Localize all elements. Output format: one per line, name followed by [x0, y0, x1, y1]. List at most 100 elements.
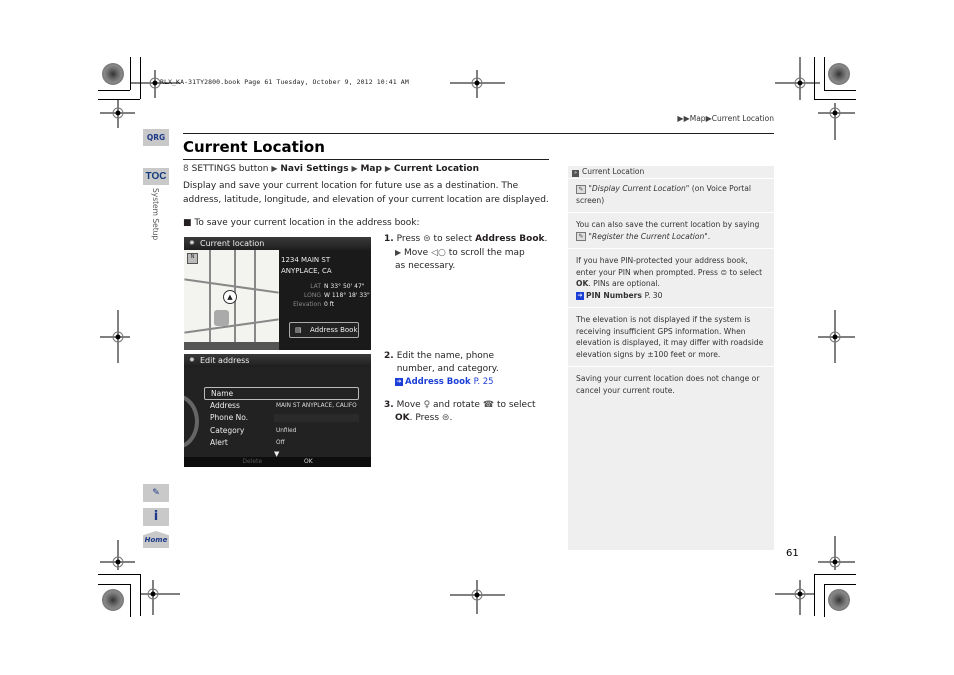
arrow-icon: ▶▶	[677, 114, 690, 123]
step-1-sub: ▶ Move ◁○ to scroll the map as necessary…	[384, 246, 529, 273]
link-text: Address Book	[405, 377, 471, 387]
note-icon: »	[572, 170, 579, 177]
square-bullet-icon: ■	[183, 218, 192, 228]
screen-title: ✹ Current location	[184, 237, 371, 250]
step-text: Move	[404, 248, 429, 258]
crop-mark	[98, 584, 130, 585]
note-text: The elevation is not displayed if the sy…	[576, 315, 764, 359]
list-item[interactable]: Category Unfiled	[204, 425, 359, 438]
step-number: 2.	[384, 351, 394, 361]
list-item[interactable]: Phone No.	[204, 412, 359, 425]
registration-disc	[828, 63, 850, 85]
address-book-button[interactable]: ▤ Address Book	[289, 322, 359, 338]
crop-mark	[140, 57, 141, 99]
nav-path-start: SETTINGS button	[191, 164, 269, 174]
delete-button[interactable]: Delete	[242, 458, 262, 465]
index-button[interactable]: i	[143, 508, 169, 526]
note-bold: OK	[576, 279, 589, 288]
crop-mark	[130, 57, 131, 90]
enter-button-icon: ⊜	[441, 413, 450, 423]
list-item[interactable]: Name	[204, 387, 359, 400]
crop-mark	[140, 574, 141, 616]
gear-icon: ✹	[189, 356, 195, 364]
row-label: Alert	[210, 438, 228, 447]
gear-icon: ✹	[189, 239, 195, 247]
map-view[interactable]: N ▲	[184, 250, 279, 350]
list-item[interactable]: Alert Off	[204, 437, 359, 450]
page-title: Current Location	[183, 138, 325, 156]
ok-button[interactable]: OK	[304, 458, 313, 465]
breadcrumb-item[interactable]: Map	[690, 114, 706, 123]
step-number: 3.	[384, 400, 394, 410]
crop-mark	[824, 584, 825, 617]
nav-path-step: Navi Settings	[280, 164, 349, 174]
link-arrow-icon: ➔	[395, 377, 403, 386]
step-text: and rotate	[433, 400, 480, 410]
step-text: . Press	[409, 413, 440, 423]
qrg-tab[interactable]: QRG	[143, 129, 169, 146]
note-text: Saving your current location does not ch…	[576, 374, 760, 395]
crop-mark	[814, 574, 856, 575]
lat-label: LAT	[310, 283, 321, 290]
section-label: System Setup	[151, 188, 160, 241]
note-block: If you have PIN-protected your address b…	[568, 249, 774, 308]
note-text: . PINs are optional.	[588, 279, 660, 288]
screen-title-text: Current location	[200, 239, 265, 248]
joystick-up-icon: ♀	[423, 400, 431, 410]
note-header: » Current Location	[568, 166, 774, 179]
selector-dial-arc	[184, 394, 199, 449]
step-text: to select	[496, 400, 536, 410]
row-label: Address	[210, 400, 240, 410]
toc-tab[interactable]: TOC	[143, 168, 169, 185]
crop-mark	[814, 99, 856, 100]
north-up-icon: N	[187, 253, 198, 264]
voice-icon: ✎	[152, 488, 160, 498]
step-3: 3. Move ♀ and rotate ☎ to select OK. Pre…	[384, 400, 536, 423]
note-block: Saving your current location does not ch…	[568, 367, 774, 402]
screen-footer: Delete OK	[184, 457, 371, 467]
voice-command-index-button[interactable]: ✎	[143, 484, 169, 502]
address-book-link[interactable]: ➔ Address Book P. 25	[384, 376, 534, 389]
side-note: » Current Location ✎ "Display Current Loc…	[568, 166, 774, 550]
enter-button-icon: ⊜	[423, 234, 431, 244]
registration-disc	[102, 63, 124, 85]
step-1: 1. Press ⊜ to select Address Book. ▶ Mov…	[384, 234, 548, 273]
note-block: The elevation is not displayed if the sy…	[568, 308, 774, 367]
divider	[183, 159, 549, 160]
voice-command-icon: ✎	[576, 232, 586, 241]
nav-path-step: Current Location	[393, 164, 479, 174]
lat-value: N 33° 50' 47"	[324, 283, 365, 290]
elevation-value: 0 ft	[324, 301, 335, 308]
arrow-icon: ▶	[384, 164, 391, 173]
note-text: You can also save the current location b…	[576, 220, 760, 229]
note-block: You can also save the current location b…	[568, 213, 774, 249]
note-block: ✎ "Display Current Location" (on Voice P…	[568, 179, 774, 213]
print-header-meta: RLX_KA-31TY2800.book Page 61 Tuesday, Oc…	[160, 78, 409, 86]
arrow-icon: ▶	[395, 248, 402, 257]
address-line-2: ANYPLACE, CA	[281, 267, 332, 275]
enter-button-icon: ⊜	[720, 267, 728, 277]
step-bold: OK	[395, 413, 410, 423]
page-number: 61	[786, 548, 799, 559]
step-text: Move	[396, 400, 421, 410]
home-button[interactable]: Home	[143, 531, 169, 548]
crop-mark	[824, 584, 856, 585]
joystick-icon: ◁○	[431, 248, 446, 258]
row-value: Unfiled	[276, 427, 297, 434]
crop-mark	[824, 57, 825, 90]
note-title: Current Location	[582, 167, 645, 176]
crop-mark	[130, 584, 131, 617]
row-value: Off	[276, 440, 285, 446]
crop-mark	[824, 90, 856, 91]
rotate-dial-icon: ☎	[482, 400, 495, 410]
step-bold: Address Book	[475, 234, 545, 244]
list-item[interactable]: Address MAIN ST ANYPLACE, CALIFO	[204, 400, 359, 413]
edit-address-list: Name Address MAIN ST ANYPLACE, CALIFO Pho…	[204, 387, 359, 450]
home-label: Home	[144, 536, 168, 544]
book-icon: ▤	[295, 326, 302, 334]
row-value: MAIN ST ANYPLACE, CALIFO	[276, 402, 357, 409]
pin-numbers-link[interactable]: ➔ PIN Numbers P. 30	[568, 290, 774, 302]
link-page: P. 30	[644, 290, 663, 300]
breadcrumb-item[interactable]: Current Location	[712, 114, 774, 123]
crop-mark	[98, 99, 140, 100]
